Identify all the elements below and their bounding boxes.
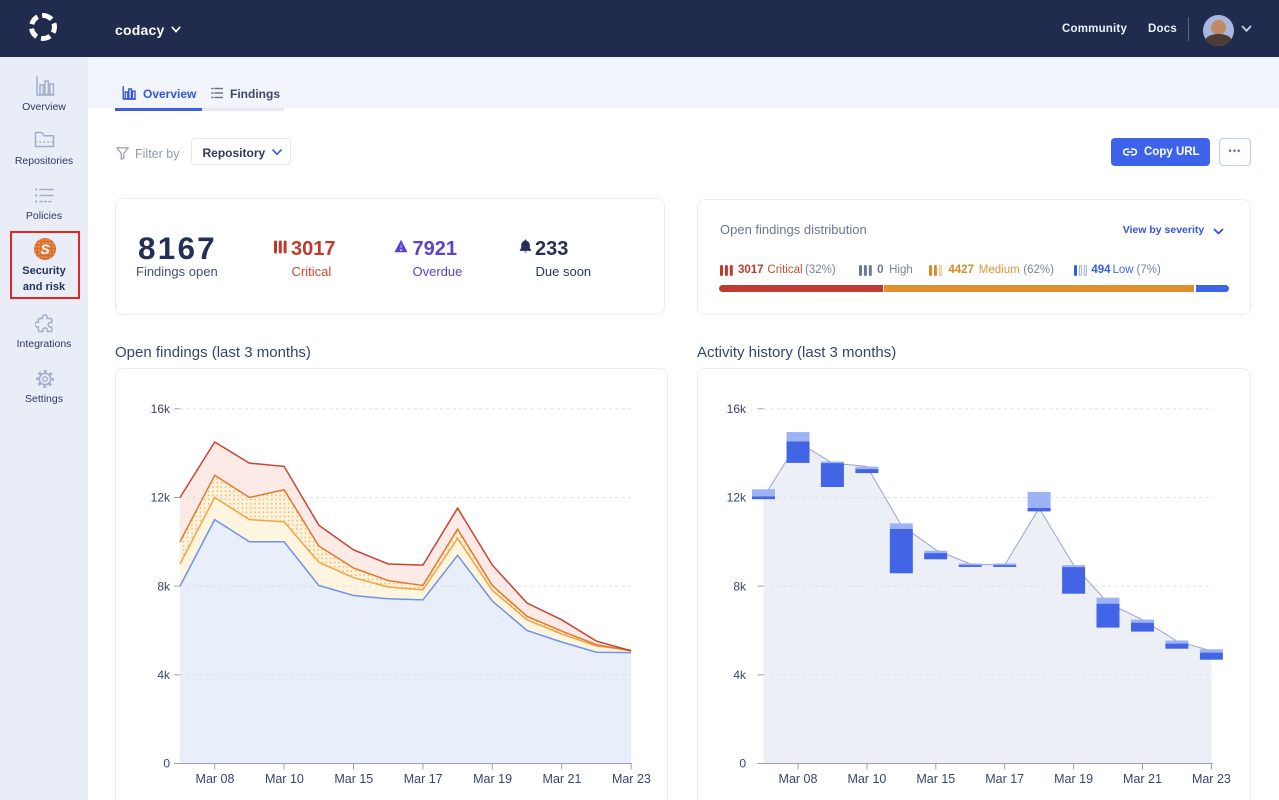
svg-text:Mar 21: Mar 21 bbox=[1123, 772, 1162, 786]
svg-text:Mar 23: Mar 23 bbox=[1192, 772, 1231, 786]
svg-text:Mar 15: Mar 15 bbox=[334, 772, 373, 786]
svg-text:8k: 8k bbox=[157, 579, 171, 593]
svg-text:12k: 12k bbox=[727, 491, 747, 505]
svg-text:Mar 10: Mar 10 bbox=[265, 772, 304, 786]
svg-text:4k: 4k bbox=[733, 668, 747, 682]
svg-text:Mar 17: Mar 17 bbox=[985, 772, 1024, 786]
svg-text:Mar 08: Mar 08 bbox=[779, 772, 818, 786]
svg-text:Mar 10: Mar 10 bbox=[847, 772, 886, 786]
svg-text:Mar 19: Mar 19 bbox=[473, 772, 512, 786]
svg-text:Mar 17: Mar 17 bbox=[404, 772, 443, 786]
svg-text:Mar 19: Mar 19 bbox=[1054, 772, 1093, 786]
svg-text:Mar 23: Mar 23 bbox=[612, 772, 651, 786]
svg-text:4k: 4k bbox=[157, 668, 171, 682]
svg-text:0: 0 bbox=[163, 757, 170, 771]
svg-text:16k: 16k bbox=[727, 402, 747, 416]
svg-text:0: 0 bbox=[739, 757, 746, 771]
svg-text:12k: 12k bbox=[151, 491, 171, 505]
svg-text:Mar 08: Mar 08 bbox=[196, 772, 235, 786]
svg-text:8k: 8k bbox=[733, 579, 747, 593]
svg-text:16k: 16k bbox=[151, 402, 171, 416]
svg-text:Mar 15: Mar 15 bbox=[916, 772, 955, 786]
svg-text:Mar 21: Mar 21 bbox=[543, 772, 582, 786]
